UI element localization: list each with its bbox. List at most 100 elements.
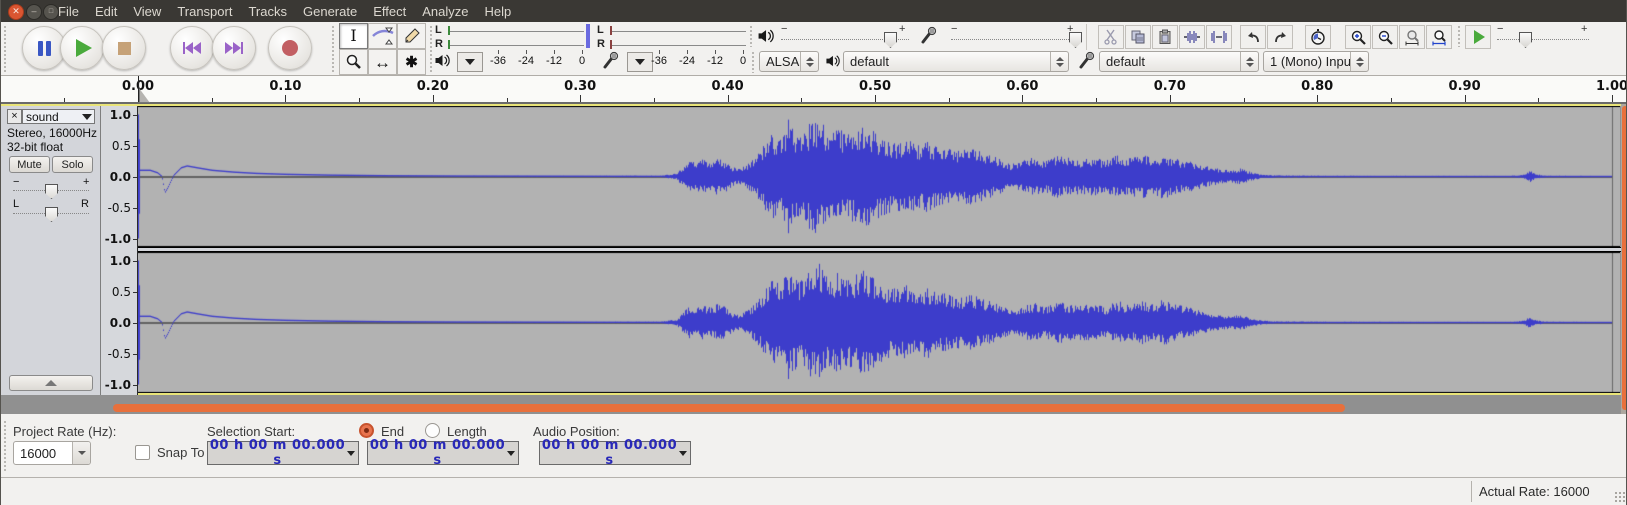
window-minimize-icon[interactable]: – xyxy=(26,4,42,20)
vertical-scrollbar[interactable] xyxy=(1621,104,1627,414)
sync-lock-button[interactable] xyxy=(1305,25,1331,49)
project-rate-select[interactable]: 16000 xyxy=(13,441,91,465)
transcription-toolbar-grip[interactable] xyxy=(1457,25,1462,47)
menu-item-view[interactable]: View xyxy=(125,1,169,22)
speaker-icon xyxy=(434,53,450,68)
mute-button[interactable]: Mute xyxy=(9,156,50,173)
selection-toolbar-grip[interactable] xyxy=(3,420,8,472)
trim-audio-button[interactable] xyxy=(1179,25,1205,49)
skip-to-start-icon xyxy=(183,42,201,54)
draw-tool-button[interactable] xyxy=(397,23,426,49)
playback-meter-edge xyxy=(586,24,590,48)
track-collapse-button[interactable] xyxy=(9,375,93,391)
window-close-icon[interactable]: ✕ xyxy=(8,4,24,20)
waveform-channel-left[interactable] xyxy=(138,106,1620,247)
tools-toolbar-grip[interactable] xyxy=(331,25,336,72)
magnifier-icon xyxy=(345,53,363,71)
playback-meter-dropdown[interactable] xyxy=(457,52,483,72)
menu-item-analyze[interactable]: Analyze xyxy=(414,1,476,22)
play-button[interactable] xyxy=(60,26,104,70)
selection-start-label: Selection Start: xyxy=(207,424,295,439)
vertical-ruler[interactable]: 1.00.50.0-0.5-1.01.00.50.0-0.5-1.0 xyxy=(101,106,138,395)
menu-item-generate[interactable]: Generate xyxy=(295,1,365,22)
vertical-ruler-tick xyxy=(133,146,137,147)
recording-device-select[interactable]: default xyxy=(1099,51,1259,72)
playback-device-select[interactable]: default xyxy=(843,51,1069,72)
menu-item-help[interactable]: Help xyxy=(476,1,519,22)
play-speed-slider[interactable] xyxy=(1497,39,1589,40)
toolbar-dock: I ↔ ✱ L R xyxy=(1,22,1627,76)
record-button[interactable] xyxy=(268,26,312,70)
device-toolbar-grip[interactable] xyxy=(751,51,756,73)
menu-item-edit[interactable]: Edit xyxy=(87,1,125,22)
zoom-tool-button[interactable] xyxy=(339,49,368,75)
copy-button[interactable] xyxy=(1125,25,1151,49)
multi-tool-button[interactable]: ✱ xyxy=(397,49,426,75)
selection-end-field[interactable]: 00 h 00 m 00.000 s xyxy=(367,441,519,465)
transport-toolbar-grip[interactable] xyxy=(3,25,8,72)
undo-button[interactable] xyxy=(1240,25,1266,49)
gain-slider-thumb[interactable] xyxy=(45,184,58,199)
timeline-ruler[interactable]: 0.000.100.200.300.400.500.600.700.800.90… xyxy=(1,76,1627,104)
vertical-scrollbar-thumb[interactable] xyxy=(1622,106,1627,410)
fit-project-button[interactable] xyxy=(1426,25,1452,49)
stop-button[interactable] xyxy=(102,26,146,70)
play-at-speed-button[interactable] xyxy=(1465,25,1491,49)
menu-item-file[interactable]: File xyxy=(50,1,87,22)
zoom-out-button[interactable] xyxy=(1372,25,1398,49)
status-divider xyxy=(1471,481,1472,502)
output-volume-thumb[interactable] xyxy=(884,32,897,48)
skip-to-start-button[interactable] xyxy=(170,26,214,70)
length-radio-label: Length xyxy=(447,424,487,439)
spinner-icon[interactable] xyxy=(800,52,818,71)
input-volume-thumb[interactable] xyxy=(1069,32,1082,48)
playback-meter-tick xyxy=(448,26,450,35)
timeshift-tool-button[interactable]: ↔ xyxy=(368,49,397,75)
toolbar-separator xyxy=(1086,24,1087,50)
length-radio[interactable] xyxy=(425,423,440,438)
selection-tool-button[interactable]: I xyxy=(339,23,368,49)
cut-button[interactable] xyxy=(1098,25,1124,49)
timeline-tick xyxy=(1096,98,1097,102)
recording-channels-select[interactable]: 1 (Mono) Inpu xyxy=(1263,51,1369,72)
envelope-tool-button[interactable] xyxy=(368,23,397,49)
spinner-icon[interactable] xyxy=(1350,52,1368,71)
fit-selection-button[interactable] xyxy=(1399,25,1425,49)
resize-grip-icon[interactable] xyxy=(1614,491,1626,503)
collapse-triangle-icon xyxy=(45,380,57,386)
end-radio[interactable] xyxy=(359,423,374,438)
menu-item-effect[interactable]: Effect xyxy=(365,1,414,22)
paste-button[interactable] xyxy=(1152,25,1178,49)
zoom-in-button[interactable] xyxy=(1345,25,1371,49)
audio-position-field[interactable]: 00 h 00 m 00.000 s xyxy=(539,441,691,465)
menu-item-tracks[interactable]: Tracks xyxy=(240,1,295,22)
audio-host-select[interactable]: ALSA xyxy=(759,51,819,72)
chevron-down-icon[interactable] xyxy=(72,442,90,464)
recording-meter-dropdown[interactable] xyxy=(627,52,653,72)
menu-item-transport[interactable]: Transport xyxy=(169,1,240,22)
waveform-channel-right[interactable] xyxy=(138,252,1620,393)
solo-button[interactable]: Solo xyxy=(52,156,93,173)
pan-slider-thumb[interactable] xyxy=(45,207,58,222)
silence-audio-button[interactable] xyxy=(1206,25,1232,49)
selection-start-field[interactable]: 00 h 00 m 00.000 s xyxy=(207,441,359,465)
audio-position-label: Audio Position: xyxy=(533,424,620,439)
skip-to-end-button[interactable] xyxy=(212,26,256,70)
gain-min-label: − xyxy=(13,176,19,188)
pan-right-label: R xyxy=(81,198,89,210)
selection-toolbar: Project Rate (Hz): 16000 Snap To Selecti… xyxy=(1,414,1627,477)
spinner-icon[interactable] xyxy=(1240,52,1258,71)
snap-to-checkbox[interactable] xyxy=(135,445,150,460)
microphone-icon xyxy=(601,51,621,70)
input-volume-slider[interactable] xyxy=(951,39,1079,40)
track-name-menu[interactable]: sound xyxy=(22,109,95,124)
audio-position-value: 00 h 00 m 00.000 s xyxy=(540,438,679,468)
play-speed-thumb[interactable] xyxy=(1519,32,1532,48)
redo-button[interactable] xyxy=(1267,25,1293,49)
timeline-label: 0.90 xyxy=(1449,79,1481,94)
horizontal-scrollbar-thumb[interactable] xyxy=(113,404,1345,412)
track-close-button[interactable]: × xyxy=(7,109,22,124)
spinner-icon[interactable] xyxy=(1050,52,1068,71)
track-selected-border-bottom xyxy=(1,393,1621,395)
mixer-toolbar-grip[interactable] xyxy=(749,25,754,47)
